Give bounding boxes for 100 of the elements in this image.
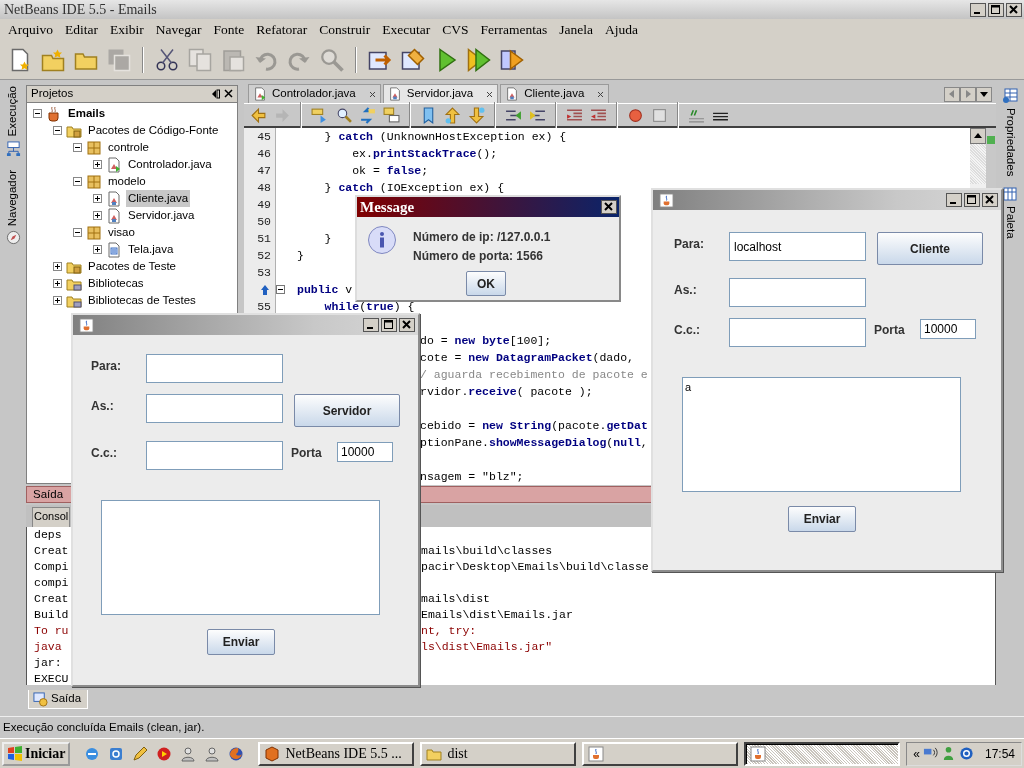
- update-icon[interactable]: [958, 746, 974, 761]
- profile-icon[interactable]: [500, 47, 524, 72]
- output-tab[interactable]: Saída: [28, 690, 89, 709]
- menu-item[interactable]: CVS: [436, 19, 475, 40]
- restore-window-icon[interactable]: [211, 89, 220, 99]
- tree-item[interactable]: Pacotes de Código-Fonte: [86, 121, 221, 140]
- tree-item[interactable]: Cliente.java: [126, 189, 191, 208]
- editor-tab[interactable]: Servidor.java: [382, 84, 499, 103]
- close-button[interactable]: [982, 193, 998, 207]
- menu-item[interactable]: Exibir: [104, 19, 150, 40]
- side-tab[interactable]: Paleta: [1001, 206, 1019, 239]
- expand-toggle[interactable]: [73, 177, 82, 186]
- scroll-up-button[interactable]: [970, 128, 986, 144]
- minimize-button[interactable]: [970, 2, 986, 17]
- menu-item[interactable]: Ajuda: [598, 19, 644, 40]
- uncomment-icon[interactable]: [590, 106, 607, 124]
- tree-item[interactable]: Controlador.java: [126, 155, 214, 174]
- action-button[interactable]: Servidor: [294, 394, 400, 427]
- fox-icon[interactable]: [228, 745, 245, 762]
- person-icon[interactable]: [180, 745, 197, 762]
- maximize-button[interactable]: [381, 318, 397, 332]
- menu-item[interactable]: Editar: [59, 19, 104, 40]
- tray-expand-button[interactable]: «: [913, 744, 920, 763]
- network-icon[interactable]: [922, 746, 938, 761]
- menu-item[interactable]: Refatorar: [250, 19, 314, 40]
- taskbar-button[interactable]: dist: [420, 741, 577, 766]
- editor-tab[interactable]: Cliente.java: [500, 84, 610, 103]
- close-button[interactable]: [1006, 2, 1022, 17]
- close-icon[interactable]: [597, 90, 605, 98]
- expand-toggle[interactable]: [93, 160, 102, 169]
- comment-icon[interactable]: [566, 106, 583, 124]
- side-tab[interactable]: Execução: [4, 86, 22, 137]
- text-field[interactable]: [146, 354, 283, 383]
- tree-item[interactable]: Bibliotecas: [86, 274, 146, 293]
- port-field[interactable]: 10000: [337, 442, 393, 462]
- console-tab[interactable]: Consol: [32, 507, 71, 527]
- close-button[interactable]: [399, 318, 415, 332]
- fold-toggle[interactable]: [276, 285, 285, 294]
- expand-toggle[interactable]: [53, 296, 62, 305]
- expand-toggle[interactable]: [53, 262, 62, 271]
- expand-toggle[interactable]: [33, 109, 42, 118]
- text-field[interactable]: [729, 318, 866, 347]
- menu-item[interactable]: Ferramentas: [474, 19, 554, 40]
- debug-icon[interactable]: [467, 47, 491, 72]
- tree-item[interactable]: Servidor.java: [126, 206, 197, 225]
- menu-item[interactable]: Arquivo: [2, 19, 59, 40]
- message-area[interactable]: a: [682, 377, 961, 492]
- menu-item[interactable]: Janela: [553, 19, 599, 40]
- tree-item[interactable]: Bibliotecas de Testes: [86, 291, 198, 310]
- port-field[interactable]: 10000: [920, 319, 976, 339]
- expand-toggle[interactable]: [73, 228, 82, 237]
- expand-toggle[interactable]: [53, 126, 62, 135]
- expand-toggle[interactable]: [73, 143, 82, 152]
- tree-item[interactable]: Pacotes de Teste: [86, 257, 178, 276]
- taskbar-button[interactable]: [744, 741, 901, 766]
- message-area[interactable]: [101, 500, 380, 615]
- minimize-button[interactable]: [946, 193, 962, 207]
- media-player-icon[interactable]: [156, 745, 173, 762]
- pencil-icon[interactable]: [132, 745, 149, 762]
- ok-button[interactable]: OK: [466, 271, 506, 296]
- maximize-button[interactable]: [964, 193, 980, 207]
- menu-item[interactable]: Navegar: [149, 19, 208, 40]
- person-icon[interactable]: [204, 745, 221, 762]
- editor-tab[interactable]: Controlador.java: [248, 84, 381, 103]
- clean-build-icon[interactable]: [401, 47, 425, 72]
- expand-toggle[interactable]: [93, 211, 102, 220]
- java-cup-icon[interactable]: [79, 317, 94, 333]
- tree-item[interactable]: Emails: [66, 104, 108, 123]
- tab-list-button[interactable]: [976, 86, 992, 102]
- minimize-button[interactable]: [363, 318, 379, 332]
- send-button[interactable]: Enviar: [788, 506, 856, 532]
- tree-item[interactable]: Tela.java: [126, 240, 176, 259]
- cut-icon[interactable]: [155, 47, 179, 72]
- close-icon[interactable]: [368, 90, 376, 98]
- close-button[interactable]: [601, 200, 617, 214]
- java-cup-icon[interactable]: [659, 192, 674, 208]
- taskbar-button[interactable]: NetBeans IDE 5.5 ...: [258, 741, 415, 766]
- side-tab[interactable]: Propriedades: [1001, 108, 1019, 177]
- browser-icon[interactable]: [84, 745, 101, 762]
- close-icon[interactable]: [486, 90, 494, 98]
- menu-item[interactable]: Executar: [376, 19, 437, 40]
- tree-item[interactable]: controle: [106, 138, 151, 157]
- send-button[interactable]: Enviar: [207, 629, 275, 655]
- tree-item[interactable]: modelo: [106, 172, 148, 191]
- text-field[interactable]: [729, 278, 866, 307]
- menu-item[interactable]: Fonte: [207, 19, 251, 40]
- text-field[interactable]: [146, 441, 283, 470]
- menu-item[interactable]: Construir: [313, 19, 377, 40]
- tree-item[interactable]: visao: [106, 223, 137, 242]
- back-icon[interactable]: [250, 106, 267, 124]
- side-tab[interactable]: Navegador: [4, 169, 22, 226]
- text-field[interactable]: [146, 394, 283, 423]
- text-field[interactable]: localhost: [729, 232, 866, 261]
- maximize-button[interactable]: [988, 2, 1004, 17]
- mail-icon[interactable]: [108, 745, 125, 762]
- start-button[interactable]: Iniciar: [2, 741, 71, 766]
- expand-toggle[interactable]: [93, 194, 102, 203]
- record-icon[interactable]: [627, 106, 644, 124]
- action-button[interactable]: Cliente: [877, 232, 983, 265]
- expand-toggle[interactable]: [53, 279, 62, 288]
